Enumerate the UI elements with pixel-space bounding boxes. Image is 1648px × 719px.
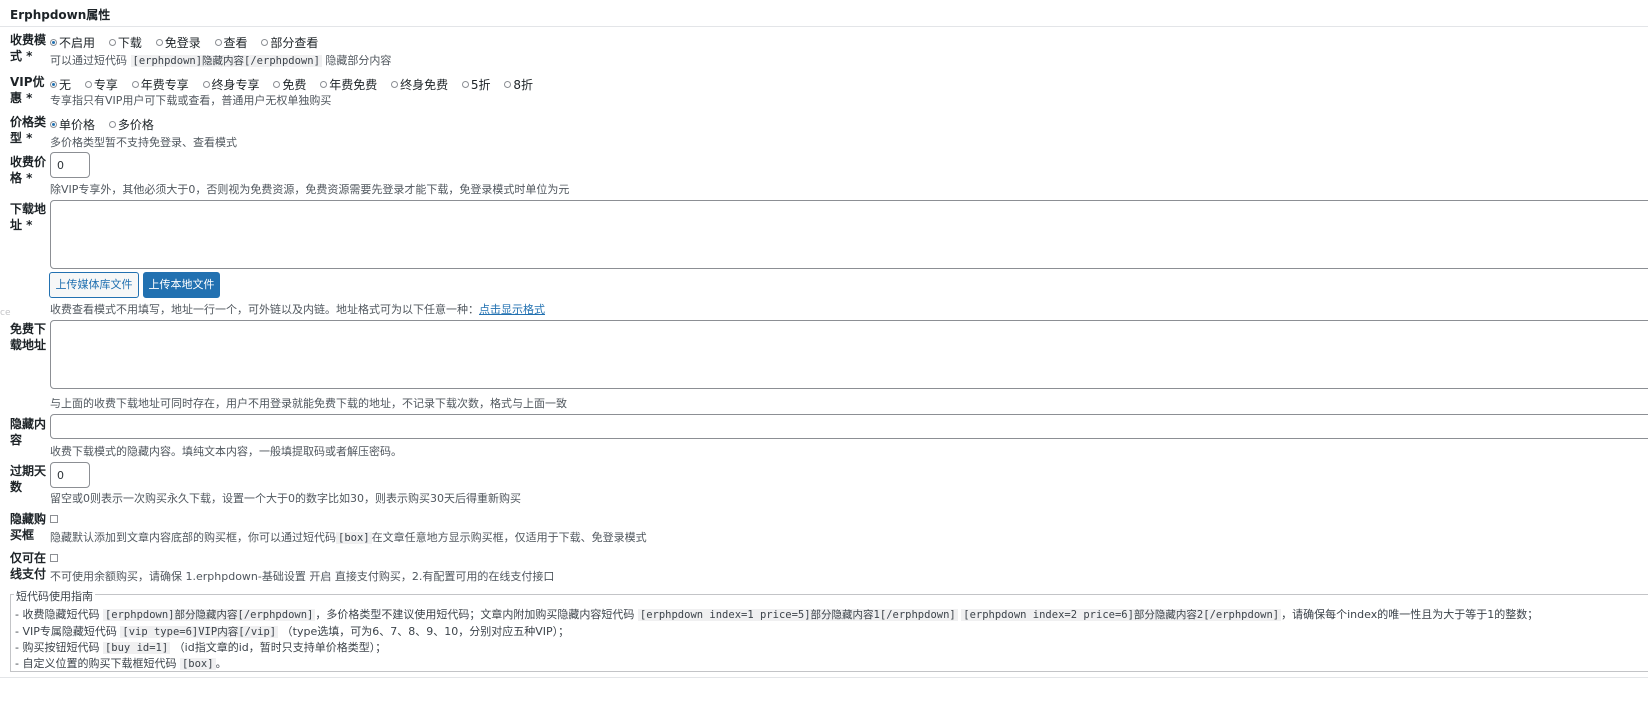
panel-title: Erphpdown属性: [10, 8, 111, 22]
expire-days-input[interactable]: [50, 462, 90, 488]
shortcode: [erphpdown index=2 price=6]部分隐藏内容2[/erph…: [961, 609, 1282, 621]
guide-line-vip: - VIP专属隐藏短代码 [vip type=6]VIP内容[/vip] （ty…: [15, 625, 570, 638]
fee-mode-label-line1: 收费模: [10, 33, 47, 47]
vip-discount-option[interactable]: 免费: [273, 76, 306, 93]
price-type-option[interactable]: 单价格: [50, 116, 95, 133]
free-download-url-textarea[interactable]: [50, 320, 1648, 389]
free-download-url-description: 与上面的收费下载地址可同时存在，用户不用登录就能免费下载的地址，不记录下载次数，…: [50, 397, 567, 410]
hide-buy-box-checkbox[interactable]: [50, 515, 58, 523]
vip-discount-radio-group: 无 专享 年费专享 终身专享 免费 年费免费 终身免费 5折 8折: [50, 76, 543, 92]
fee-mode-option[interactable]: 免登录: [155, 34, 201, 51]
radio-button[interactable]: [84, 81, 92, 88]
hide-buy-box-label: 隐藏购 买框: [10, 512, 47, 542]
shortcode: [box]: [179, 658, 216, 670]
fee-price-input[interactable]: [50, 152, 90, 178]
radio-button[interactable]: [504, 81, 512, 88]
radio-button[interactable]: [50, 121, 57, 128]
fee-price-label: 收费价 格 *: [10, 155, 47, 185]
price-type-radio-group: 单价格 多价格: [50, 116, 164, 132]
shortcode-guide-title: 短代码使用指南: [14, 588, 95, 604]
radio-button[interactable]: [320, 81, 328, 88]
fee-mode-radio-group: 不启用 下载 免登录 查看 部分查看: [50, 34, 328, 50]
show-format-link[interactable]: 点击显示格式: [479, 303, 545, 316]
radio-button[interactable]: [155, 39, 163, 46]
shortcode: [vip type=6]VIP内容[/vip]: [120, 626, 279, 638]
fee-price-description: 除VIP专享外，其他必须大于0，否则视为免费资源，免费资源需要先登录才能下载，免…: [50, 183, 570, 196]
bottom-divider: [0, 677, 1648, 678]
shortcode: [buy id=1]: [102, 642, 171, 654]
panel-header: Erphpdown属性: [0, 0, 1648, 27]
download-url-textarea[interactable]: [50, 200, 1648, 269]
guide-line-buy-button: - 购买按钮短代码 [buy id=1] （id指文章的id，暂时只支持单价格类…: [15, 641, 387, 654]
vip-discount-option[interactable]: 终身免费: [391, 76, 448, 93]
vip-discount-option[interactable]: 8折: [504, 76, 533, 93]
shortcode: [erphpdown]隐藏内容[/erphpdown]: [130, 55, 322, 67]
shortcode: [erphpdown]部分隐藏内容[/erphpdown]: [102, 609, 316, 621]
download-url-description: 收费查看模式不用填写，地址一行一个，可外链以及内链。地址格式可为以下任意一种：点…: [50, 303, 545, 316]
price-type-description: 多价格类型暂不支持免登录、查看模式: [50, 136, 237, 149]
vip-discount-option[interactable]: 终身专享: [202, 76, 260, 93]
vip-discount-option[interactable]: 无: [50, 76, 71, 93]
radio-button[interactable]: [391, 81, 399, 88]
hidden-content-description: 收费下载模式的隐藏内容。填纯文本内容，一般填提取码或者解压密码。: [50, 445, 402, 458]
fee-mode-option[interactable]: 部分查看: [261, 34, 318, 51]
fee-mode-option[interactable]: 不启用: [50, 34, 95, 51]
expire-days-label: 过期天 数: [10, 464, 47, 494]
fee-mode-label: 收费模 式 *: [10, 32, 48, 64]
online-pay-only-description: 不可使用余额购买，请确保 1.erphpdown-基础设置 开启 直接支付购买，…: [50, 570, 555, 583]
price-type-option[interactable]: 多价格: [108, 116, 154, 133]
vip-discount-label: VIP优 惠 *: [10, 75, 45, 105]
shortcode: [box]: [336, 532, 372, 544]
expire-days-description: 留空或0则表示一次购买永久下载，设置一个大于0的数字比如30，则表示购买30天后…: [50, 492, 521, 505]
vip-discount-option[interactable]: 5折: [461, 76, 491, 93]
upload-media-library-button[interactable]: 上传媒体库文件: [49, 272, 139, 298]
vip-discount-option[interactable]: 专享: [84, 76, 118, 93]
fee-mode-description: 可以通过短代码 [erphpdown]隐藏内容[/erphpdown] 隐藏部分…: [50, 54, 392, 67]
online-pay-only-checkbox[interactable]: [50, 554, 58, 562]
hidden-content-label: 隐藏内 容: [10, 417, 47, 447]
free-download-url-label: 免费下 载地址: [10, 322, 47, 352]
upload-local-file-button[interactable]: 上传本地文件: [143, 272, 220, 298]
hidden-content-input[interactable]: [50, 414, 1648, 439]
radio-button[interactable]: [108, 39, 116, 46]
radio-button[interactable]: [202, 81, 210, 88]
radio-button[interactable]: [131, 81, 139, 88]
online-pay-only-label: 仅可在 线支付: [10, 551, 47, 581]
hide-buy-box-description: 隐藏默认添加到文章内容底部的购买框，你可以通过短代码 [box] 在文章任意地方显示…: [50, 531, 647, 544]
fee-mode-option[interactable]: 查看: [214, 34, 248, 51]
radio-button[interactable]: [461, 81, 469, 88]
radio-button[interactable]: [273, 81, 281, 88]
radio-button[interactable]: [261, 39, 269, 46]
fee-mode-label-line2: 式 *: [10, 49, 33, 63]
vip-discount-option[interactable]: 年费免费: [320, 76, 377, 93]
guide-line-box: - 自定义位置的购买下载框短代码 [box]。: [15, 657, 227, 670]
radio-button[interactable]: [50, 39, 57, 46]
vip-discount-option[interactable]: 年费专享: [131, 76, 189, 93]
price-type-label: 价格类 型 *: [10, 115, 47, 145]
shortcode: [erphpdown index=1 price=5]部分隐藏内容1[/erph…: [637, 609, 958, 621]
radio-button[interactable]: [214, 39, 222, 46]
edge-fragment-text: ce: [0, 308, 11, 318]
download-url-label: 下载地 址 *: [10, 202, 47, 232]
vip-discount-description: 专享指只有VIP用户可下载或查看，普通用户无权单独购买: [50, 94, 332, 107]
guide-line-hidden-content: - 收费隐藏短代码 [erphpdown]部分隐藏内容[/erphpdown]，…: [15, 608, 1539, 621]
fee-mode-option[interactable]: 下载: [108, 34, 142, 51]
radio-button[interactable]: [108, 121, 116, 128]
radio-button[interactable]: [50, 81, 57, 88]
